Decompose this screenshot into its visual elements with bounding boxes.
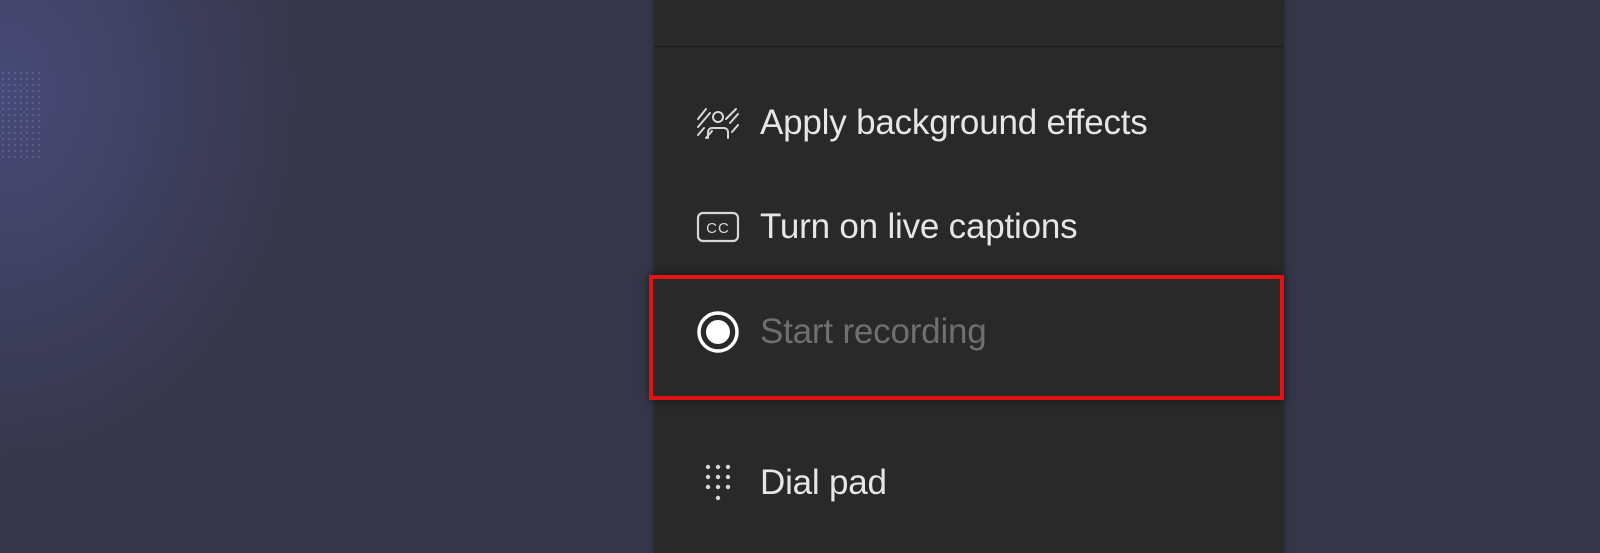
more-actions-menu: Apply background effects CC Turn on live… bbox=[654, 0, 1284, 553]
menu-item-dial-pad[interactable]: Dial pad bbox=[654, 448, 1284, 518]
menu-item-label: Turn on live captions bbox=[760, 207, 1078, 246]
menu-top-section bbox=[654, 0, 1284, 47]
menu-item-label: Apply background effects bbox=[760, 103, 1148, 142]
menu-item-label: Start recording bbox=[760, 312, 987, 351]
dial-pad-icon bbox=[696, 461, 740, 505]
background-effects-icon bbox=[696, 101, 740, 145]
svg-text:CC: CC bbox=[706, 220, 730, 237]
menu-item-apply-background-effects[interactable]: Apply background effects bbox=[654, 88, 1284, 158]
record-icon bbox=[696, 310, 740, 354]
app-stage: Apply background effects CC Turn on live… bbox=[0, 0, 1600, 553]
menu-item-turn-on-live-captions[interactable]: CC Turn on live captions bbox=[654, 192, 1284, 262]
menu-item-label: Dial pad bbox=[760, 463, 887, 502]
background-dot-pattern bbox=[0, 70, 40, 160]
closed-captions-icon: CC bbox=[696, 205, 740, 249]
menu-item-start-recording[interactable]: Start recording bbox=[654, 297, 1284, 367]
